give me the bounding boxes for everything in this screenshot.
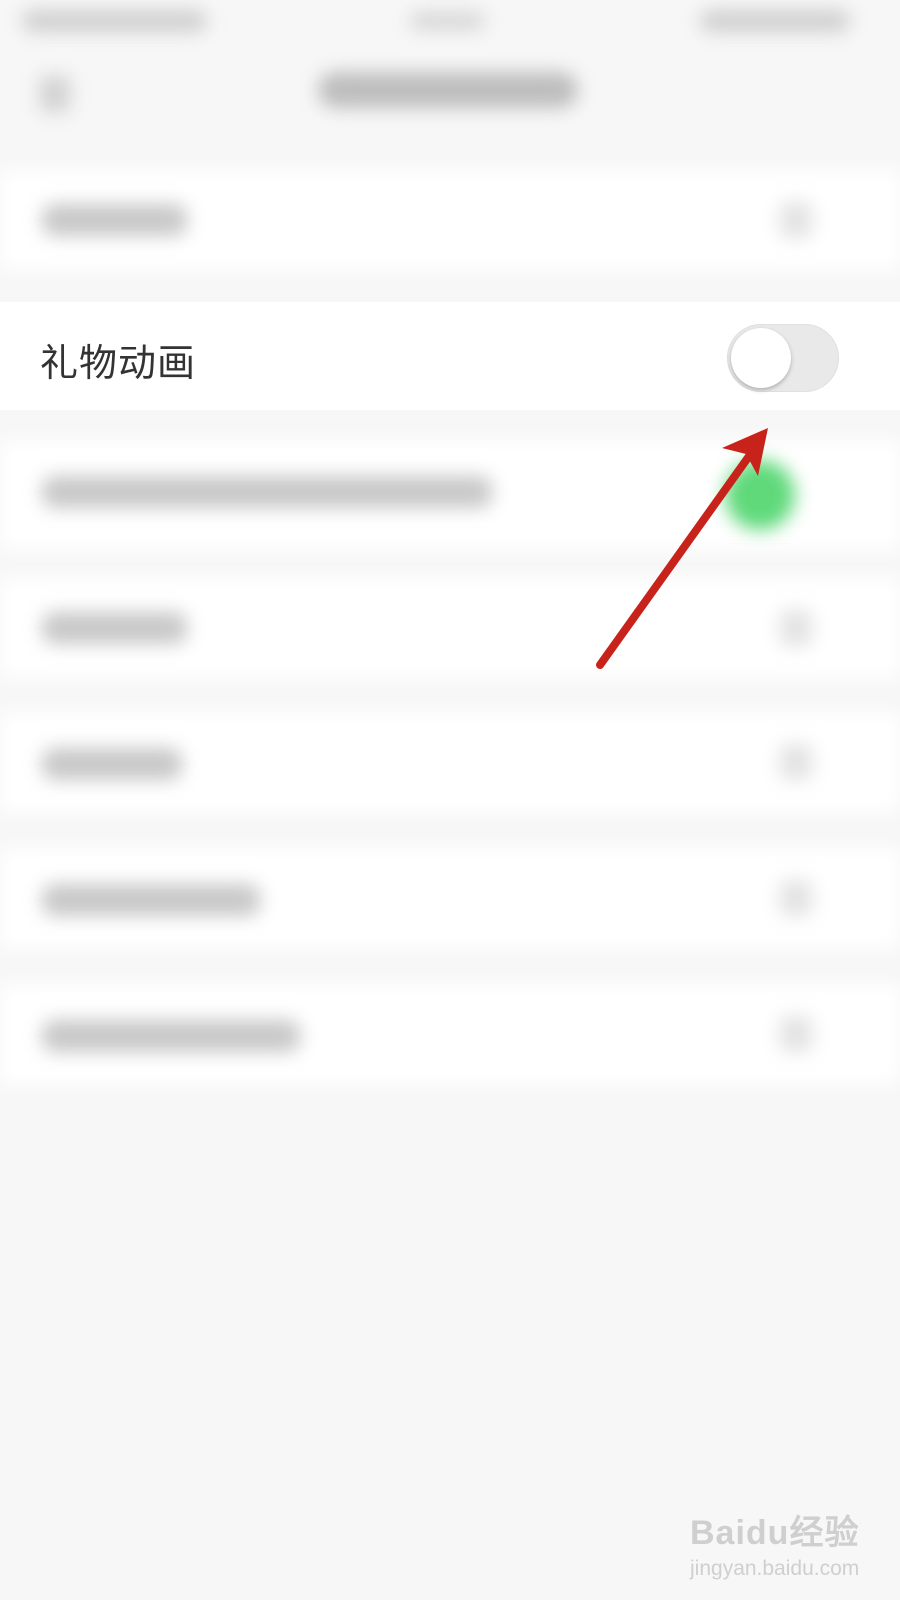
red-arrow-icon — [596, 428, 768, 669]
watermark-brand: Baidu经验 — [690, 1514, 860, 1552]
watermark-url: jingyan.baidu.com — [690, 1557, 860, 1580]
baidu-watermark: Baidu经验 jingyan.baidu.com — [690, 1505, 860, 1580]
